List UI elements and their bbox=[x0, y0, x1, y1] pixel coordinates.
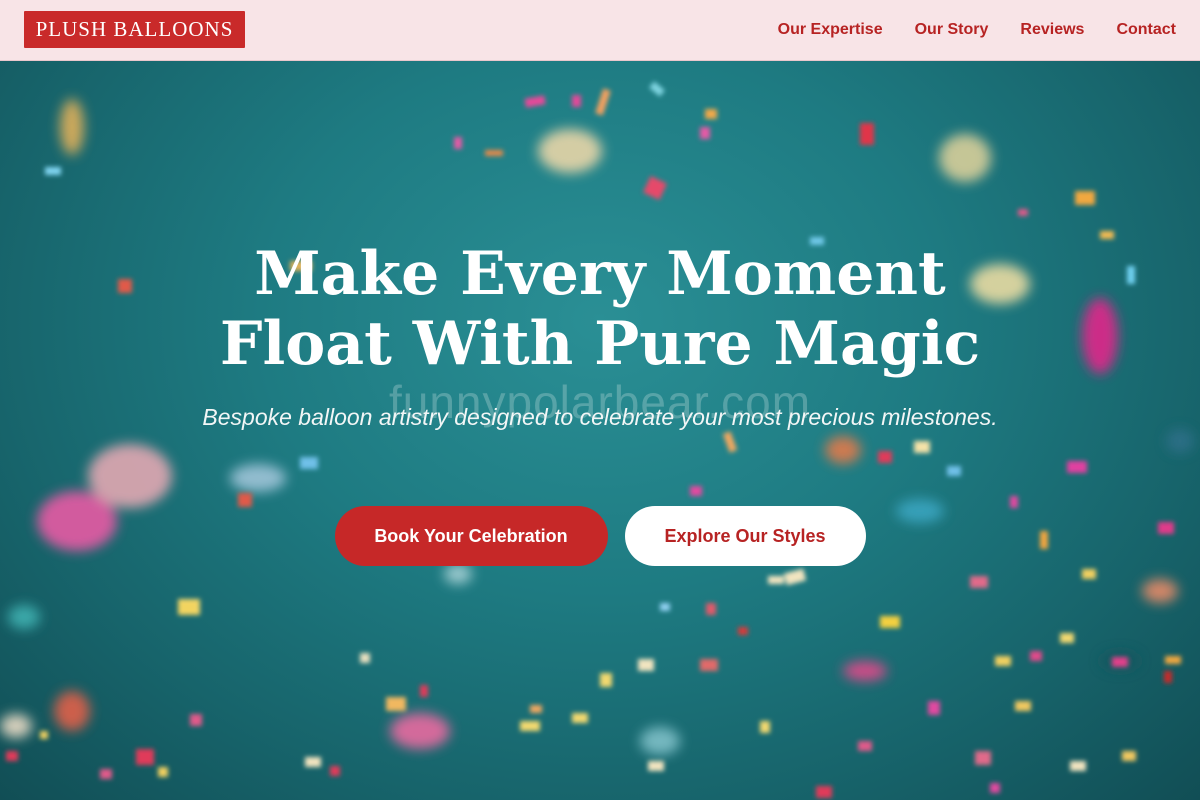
explore-styles-button[interactable]: Explore Our Styles bbox=[624, 506, 866, 566]
nav-item-our-story[interactable]: Our Story bbox=[915, 21, 989, 39]
hero-section: funnypolarbear.com Make Every Moment Flo… bbox=[0, 61, 1200, 800]
hero-title-line-1: Make Every Moment bbox=[254, 239, 946, 309]
nav-item-contact[interactable]: Contact bbox=[1116, 21, 1176, 39]
hero-title: Make Every Moment Float With Pure Magic bbox=[0, 239, 1200, 379]
book-celebration-button[interactable]: Book Your Celebration bbox=[334, 506, 608, 566]
hero-title-line-2: Float With Pure Magic bbox=[219, 309, 981, 379]
brand-logo[interactable]: PLUSH BALLOONS bbox=[24, 11, 245, 48]
nav-item-reviews[interactable]: Reviews bbox=[1020, 21, 1084, 39]
nav-menu: Our Expertise Our Story Reviews Contact bbox=[778, 0, 1176, 60]
nav-item-our-expertise[interactable]: Our Expertise bbox=[778, 21, 883, 39]
top-nav: PLUSH BALLOONS Our Expertise Our Story R… bbox=[0, 0, 1200, 61]
hero-subtitle: Bespoke balloon artistry designed to cel… bbox=[202, 404, 998, 430]
hero-cta-group: Book Your Celebration Explore Our Styles bbox=[0, 506, 1200, 566]
